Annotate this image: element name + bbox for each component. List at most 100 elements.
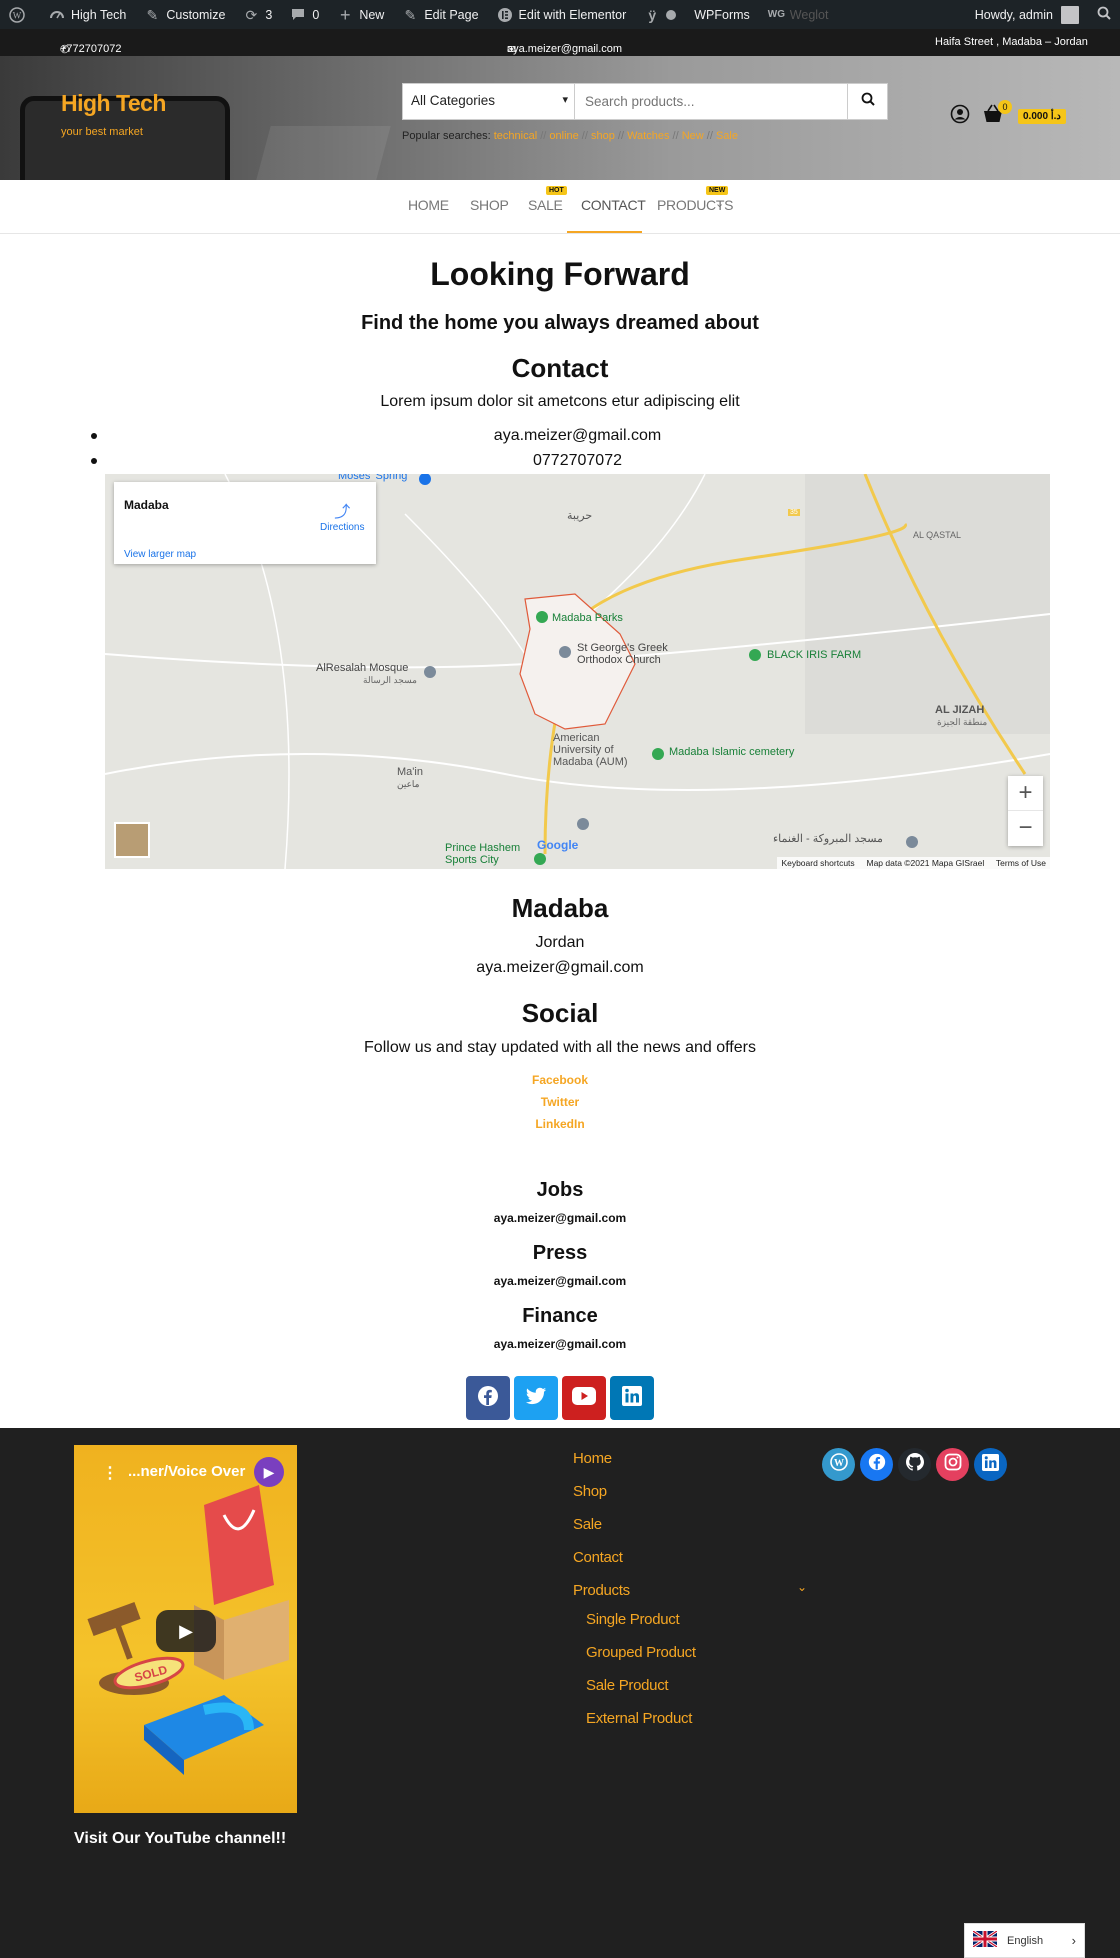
main-navigation: HOME SHOP SALE HOT CONTACT PRODUCTS ⌄ NE… [0, 180, 1120, 234]
city-title: Madaba [511, 893, 609, 923]
email-text: aya.meizer@gmail.com [507, 43, 623, 55]
country-text: Jordan [535, 934, 585, 951]
city-email: aya.meizer@gmail.com [476, 959, 644, 976]
language-switcher[interactable]: English › [964, 1923, 1085, 1958]
contact-list-email: aya.meizer@gmail.com [493, 427, 662, 444]
weglot-icon: WG [767, 8, 786, 20]
footer-menu-item[interactable]: Home [573, 1450, 612, 1467]
admin-wpforms[interactable]: WPForms [685, 0, 759, 29]
page-subheading: Find the home you always dreamed about [361, 312, 759, 334]
popular-tag[interactable]: Watches [627, 130, 669, 142]
admin-customize[interactable]: ✎ Customize [135, 0, 234, 29]
active-nav-indicator [567, 231, 642, 233]
footer-submenu-item[interactable]: Single Product [586, 1611, 680, 1628]
user-account-icon[interactable] [950, 104, 970, 129]
chevron-down-icon: ▾ [562, 94, 568, 106]
footer-submenu-item[interactable]: Grouped Product [586, 1644, 696, 1661]
footer-submenu-item[interactable]: Sale Product [586, 1677, 669, 1694]
facebook-icon [868, 1453, 886, 1476]
youtube-button[interactable] [562, 1376, 606, 1420]
edit-elementor-label: Edit with Elementor [518, 7, 627, 22]
updates-icon: ⟳ [245, 6, 258, 23]
hot-badge: HOT [546, 186, 567, 195]
admin-edit-page[interactable]: ✎ Edit Page [393, 0, 487, 29]
footer-instagram-button[interactable] [936, 1448, 969, 1481]
youtube-icon [572, 1386, 596, 1410]
admin-new[interactable]: + New [328, 0, 393, 29]
search-input[interactable] [575, 84, 847, 119]
map-label: Ma'in [397, 766, 423, 778]
zoom-in-button[interactable]: + [1008, 776, 1043, 811]
site-logo[interactable]: High Tech [61, 90, 166, 117]
popular-tag[interactable]: online [549, 130, 578, 142]
footer-facebook-button[interactable] [860, 1448, 893, 1481]
directions-button[interactable]: ⤴ Directions [320, 498, 364, 533]
map-label: ماعين [397, 779, 420, 789]
footer-menu-item[interactable]: Contact [573, 1549, 623, 1566]
language-label: English [1007, 1934, 1044, 1947]
search-icon [1097, 6, 1111, 23]
chevron-down-icon[interactable]: ⌄ [797, 1580, 807, 1594]
admin-account[interactable]: Howdy, admin [966, 0, 1088, 29]
zoom-out-button[interactable]: − [1008, 811, 1043, 846]
twitter-link[interactable]: Twitter [541, 1095, 579, 1109]
google-map[interactable]: Moses' Spring حريبة AL QASTAL Madaba Par… [105, 474, 1050, 869]
facebook-button[interactable] [466, 1376, 510, 1420]
footer-linkedin-button[interactable] [974, 1448, 1007, 1481]
admin-site-name[interactable]: High Tech [40, 0, 135, 29]
admin-comments[interactable]: 0 [281, 0, 328, 29]
youtube-video-embed[interactable]: ⋮ ...ner/Voice Over ▶ SOLD ▶ [74, 1445, 297, 1813]
satellite-toggle[interactable] [114, 822, 150, 858]
footer-menu-item[interactable]: Shop [573, 1483, 607, 1500]
footer-submenu-item[interactable]: External Product [586, 1710, 692, 1727]
map-data-credit: Map data ©2021 Mapa GISrael [866, 858, 985, 868]
list-bullet [91, 458, 97, 464]
linkedin-link[interactable]: LinkedIn [535, 1117, 584, 1131]
dashboard-icon [49, 7, 65, 23]
footer-github-button[interactable] [898, 1448, 931, 1481]
nav-home[interactable]: HOME [408, 197, 449, 213]
cart-total[interactable]: 0.000 د.أ [1018, 109, 1066, 124]
linkedin-button[interactable] [610, 1376, 654, 1420]
social-title: Social [521, 998, 599, 1028]
terms-of-use-link[interactable]: Terms of Use [996, 858, 1046, 868]
wordpress-logo[interactable]: W [0, 0, 40, 29]
admin-edit-elementor[interactable]: Edit with Elementor [488, 0, 636, 29]
map-label: حريبة [567, 510, 593, 522]
uk-flag-icon [972, 1929, 998, 1950]
category-select[interactable]: All Categories ▾ [403, 84, 575, 119]
footer-menu-item[interactable]: Sale [573, 1516, 602, 1533]
map-info-card: Madaba ⤴ Directions View larger map [114, 482, 376, 564]
facebook-link[interactable]: Facebook [532, 1073, 588, 1087]
map-label: مسجد الرسالة [363, 675, 417, 685]
route-shield: 35 [788, 509, 800, 516]
play-button[interactable]: ▶ [156, 1610, 216, 1652]
admin-yoast[interactable]: ÿ [635, 0, 685, 29]
admin-search[interactable] [1088, 0, 1120, 29]
admin-weglot[interactable]: WG Weglot [759, 0, 838, 29]
phone-text: +772707072 [60, 43, 122, 55]
finance-email: aya.meizer@gmail.com [493, 1337, 627, 1351]
nav-shop[interactable]: SHOP [470, 197, 509, 213]
top-info-bar: ✆ +772707072 ✉ aya.meizer@gmail.com Haif… [0, 29, 1120, 56]
twitter-button[interactable] [514, 1376, 558, 1420]
header-icons [950, 104, 1004, 129]
nav-sale[interactable]: SALE [528, 197, 563, 213]
view-larger-map-link[interactable]: View larger map [124, 549, 196, 560]
instagram-icon [944, 1453, 962, 1476]
yoast-icon: ÿ [648, 6, 657, 23]
contact-text: Lorem ipsum dolor sit ametcons etur adip… [380, 393, 740, 410]
popular-tag[interactable]: technical [494, 130, 537, 142]
keyboard-shortcuts-link[interactable]: Keyboard shortcuts [781, 858, 854, 868]
press-email: aya.meizer@gmail.com [493, 1274, 627, 1288]
popular-tag[interactable]: Sale [716, 130, 738, 142]
nav-contact[interactable]: CONTACT [581, 197, 646, 213]
search-button[interactable] [847, 84, 887, 119]
popular-tag[interactable]: New [682, 130, 704, 142]
footer-menu-item[interactable]: Products [573, 1582, 630, 1599]
popular-tag[interactable]: shop [591, 130, 615, 142]
footer-wordpress-button[interactable]: W [822, 1448, 855, 1481]
brush-icon: ✎ [146, 6, 159, 23]
admin-updates[interactable]: ⟳ 3 [234, 0, 281, 29]
map-label: Moses' Spring [338, 474, 408, 482]
